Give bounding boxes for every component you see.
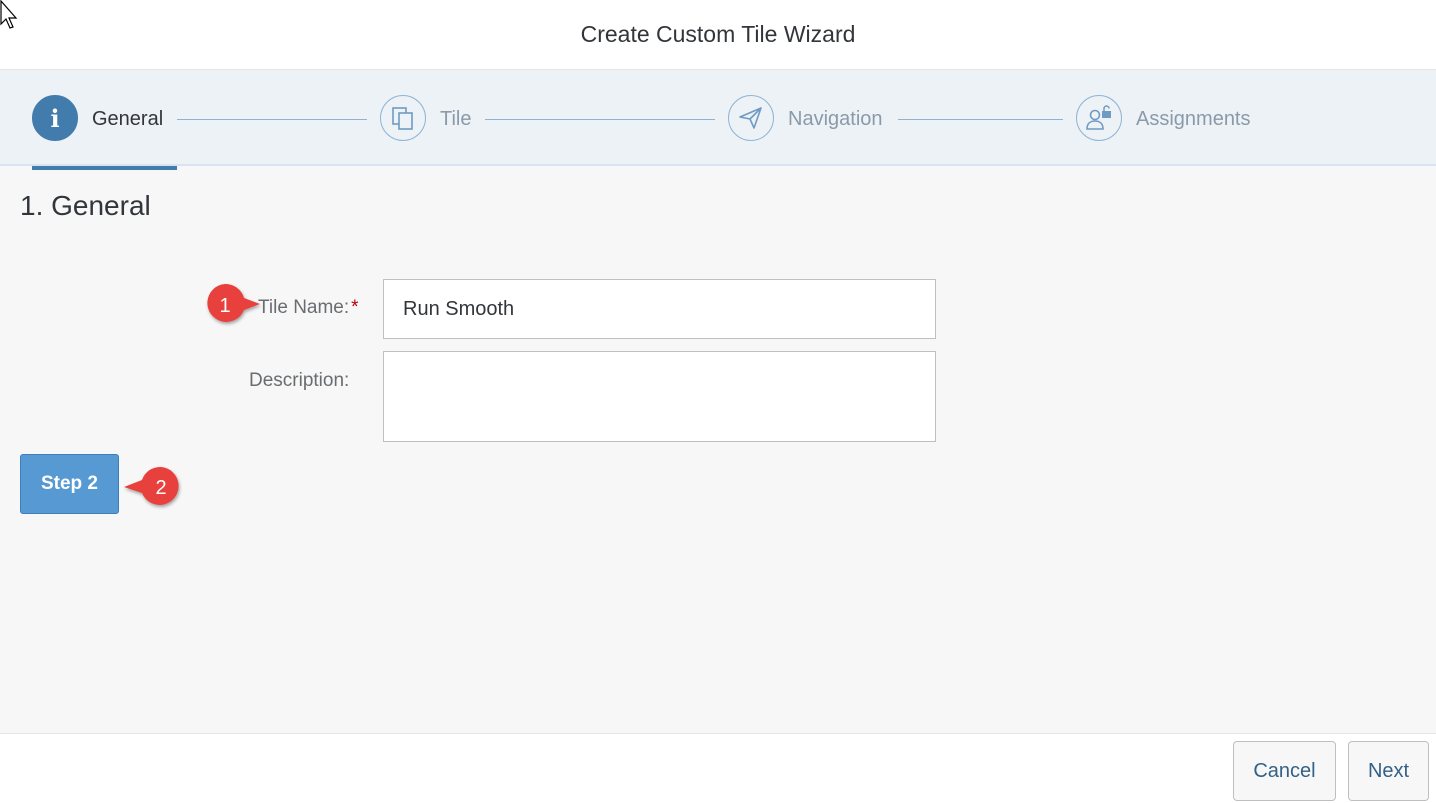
info-icon: i — [50, 105, 59, 131]
required-marker: * — [351, 297, 359, 318]
tile-name-label: Tile Name: * — [258, 297, 359, 319]
step-general-button[interactable]: i — [32, 95, 78, 141]
tile-name-label-text: Tile Name: — [258, 297, 350, 318]
callout-number-1: 1 — [219, 295, 230, 317]
tile-name-input[interactable]: Run Smooth — [383, 279, 936, 339]
copy-icon — [392, 107, 413, 130]
step-connector — [177, 119, 367, 120]
step-navigation-button[interactable] — [728, 95, 774, 141]
step-general-label[interactable]: General — [92, 108, 163, 131]
callout-marker-1: 1 — [207, 283, 260, 322]
step-navigation-label[interactable]: Navigation — [788, 108, 883, 131]
step-connector — [898, 119, 1063, 120]
description-label: Description: — [249, 370, 350, 391]
step-2-button[interactable]: Step 2 — [20, 454, 119, 514]
user-lock-icon — [1086, 105, 1111, 130]
callout-number-2: 2 — [155, 477, 166, 499]
cancel-button[interactable]: Cancel — [1233, 741, 1336, 801]
callout-marker-2: 2 — [124, 466, 179, 505]
active-step-indicator — [32, 166, 177, 170]
step-tile-button[interactable] — [380, 95, 426, 141]
paper-plane-icon — [739, 107, 762, 129]
step-connector — [485, 119, 715, 120]
step-assignments-button[interactable] — [1076, 95, 1122, 141]
dialog-footer: Cancel Next — [0, 733, 1436, 803]
dialog-header: Create Custom Tile Wizard — [0, 0, 1436, 70]
svg-text:i: i — [50, 105, 59, 131]
step-assignments-label[interactable]: Assignments — [1136, 108, 1251, 131]
next-button[interactable]: Next — [1348, 741, 1429, 801]
wizard-progress-bar: i General Tile Navigation Assignments — [0, 70, 1436, 166]
dialog-title: Create Custom Tile Wizard — [580, 21, 856, 47]
description-input[interactable] — [383, 351, 936, 442]
section-title: 1. General — [20, 190, 151, 221]
step-tile-label[interactable]: Tile — [440, 108, 471, 131]
